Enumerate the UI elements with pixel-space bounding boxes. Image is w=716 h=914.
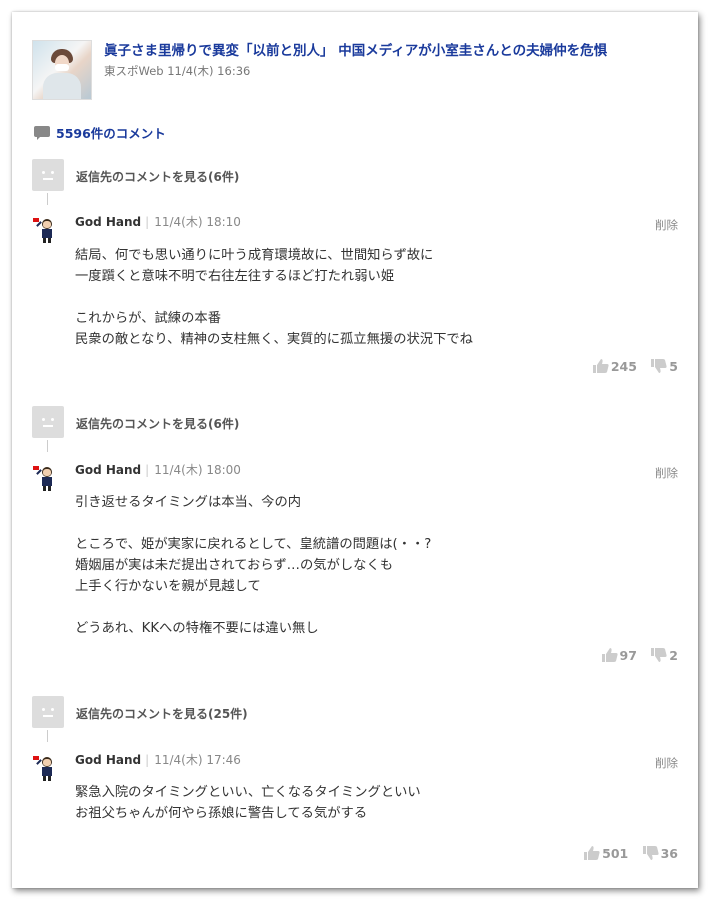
delete-button[interactable]: 削除 bbox=[655, 755, 678, 771]
article-title[interactable]: 眞子さま里帰りで異変「以前と別人」 中国メディアが小室圭さんとの夫婦仲を危惧 bbox=[104, 42, 664, 60]
like-button[interactable]: 501 bbox=[584, 845, 628, 861]
delete-button[interactable]: 削除 bbox=[655, 465, 678, 481]
thumbs-up-icon bbox=[592, 359, 609, 373]
username[interactable]: God Hand bbox=[75, 215, 141, 229]
thread-connector bbox=[47, 440, 48, 452]
thumbs-down-icon bbox=[651, 359, 667, 373]
article-source: 東スポWeb 11/4(木) 16:36 bbox=[104, 64, 251, 78]
comment-body: 緊急入院のタイミングといい、亡くなるタイミングといい お祖父ちゃんが何やら孫娘に… bbox=[75, 785, 421, 821]
view-parent-comment-link[interactable]: 返信先のコメントを見る(25件) bbox=[76, 705, 248, 722]
dislike-button[interactable]: 5 bbox=[651, 358, 678, 374]
default-avatar-icon bbox=[32, 696, 64, 728]
comment-time: 11/4(木) 18:10 bbox=[154, 215, 241, 229]
view-parent-comment-link[interactable]: 返信先のコメントを見る(6件) bbox=[76, 168, 239, 185]
comment-time: 11/4(木) 18:00 bbox=[154, 463, 241, 477]
username[interactable]: God Hand bbox=[75, 753, 141, 767]
default-avatar-icon bbox=[32, 159, 64, 191]
comment-body: 引き返せるタイミングは本当、今の内 ところで、姫が実家に戻れるとして、皇統譜の問… bbox=[75, 495, 432, 636]
thumbs-down-icon bbox=[642, 846, 659, 860]
article-header[interactable]: 眞子さま里帰りで異変「以前と別人」 中国メディアが小室圭さんとの夫婦仲を危惧 東… bbox=[32, 40, 672, 100]
dislike-count: 36 bbox=[660, 845, 678, 861]
thumbs-up-icon bbox=[601, 648, 618, 662]
dislike-count: 5 bbox=[669, 358, 678, 374]
like-count: 501 bbox=[602, 845, 629, 861]
thumbs-down-icon bbox=[651, 648, 667, 662]
user-avatar[interactable] bbox=[32, 209, 64, 243]
comment-time: 11/4(木) 17:46 bbox=[154, 753, 241, 767]
user-avatar[interactable] bbox=[32, 747, 64, 781]
comment-meta: God Hand | 11/4(木) 18:00 bbox=[75, 463, 241, 477]
comment-count-link[interactable]: 5596件のコメント bbox=[34, 123, 166, 141]
dislike-button[interactable]: 2 bbox=[651, 647, 678, 663]
dislike-button[interactable]: 36 bbox=[642, 845, 678, 861]
comment-count-label: 5596件のコメント bbox=[56, 126, 166, 141]
like-count: 245 bbox=[610, 358, 637, 374]
thread-connector bbox=[47, 730, 48, 742]
thread-connector bbox=[47, 193, 48, 205]
article-thumbnail[interactable] bbox=[32, 40, 92, 100]
speech-bubble-icon bbox=[34, 125, 50, 140]
reply-parent-row[interactable]: 返信先のコメントを見る(25件) bbox=[32, 696, 432, 730]
like-button[interactable]: 97 bbox=[601, 647, 637, 663]
user-avatar[interactable] bbox=[32, 457, 64, 491]
reply-parent-row[interactable]: 返信先のコメントを見る(6件) bbox=[32, 159, 432, 193]
dislike-count: 2 bbox=[669, 647, 678, 663]
default-avatar-icon bbox=[32, 406, 64, 438]
comment-meta: God Hand | 11/4(木) 17:46 bbox=[75, 753, 241, 767]
vote-row: 97 2 bbox=[592, 646, 678, 663]
reply-parent-row[interactable]: 返信先のコメントを見る(6件) bbox=[32, 406, 432, 440]
delete-button[interactable]: 削除 bbox=[655, 217, 678, 233]
comment-panel: 眞子さま里帰りで異変「以前と別人」 中国メディアが小室圭さんとの夫婦仲を危惧 東… bbox=[12, 12, 698, 888]
vote-row: 501 36 bbox=[574, 844, 678, 861]
like-count: 97 bbox=[619, 647, 637, 663]
comment-body: 結局、何でも思い通りに叶う成育環境故に、世間知らず故に 一度躓くと意味不明で右往… bbox=[75, 248, 473, 347]
comment-meta: God Hand | 11/4(木) 18:10 bbox=[75, 215, 241, 229]
like-button[interactable]: 245 bbox=[592, 358, 637, 374]
username[interactable]: God Hand bbox=[75, 463, 141, 477]
view-parent-comment-link[interactable]: 返信先のコメントを見る(6件) bbox=[76, 415, 239, 432]
thumbs-up-icon bbox=[584, 846, 600, 860]
vote-row: 245 5 bbox=[583, 357, 678, 374]
